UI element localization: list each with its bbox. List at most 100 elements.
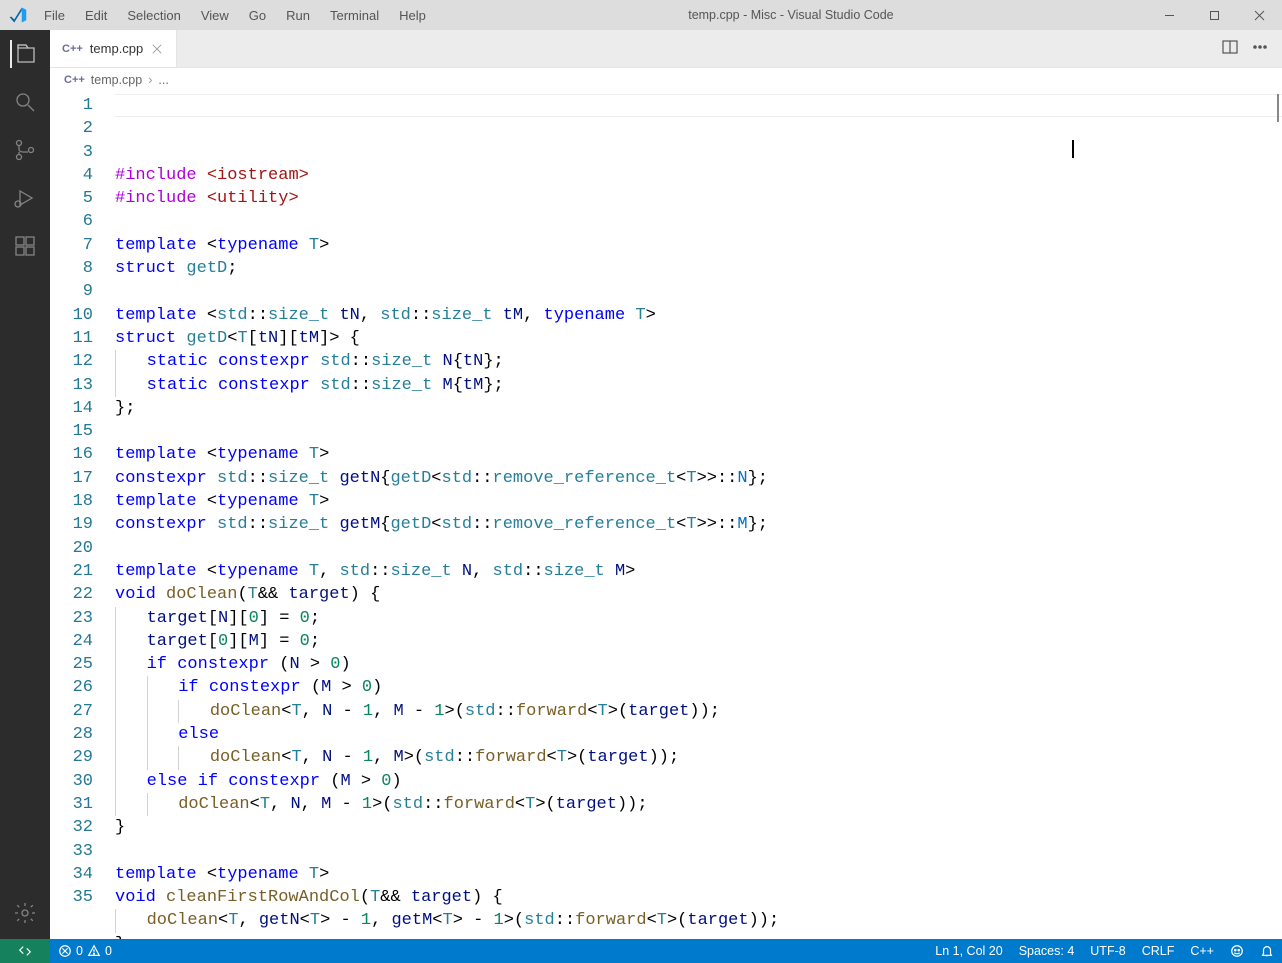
minimize-button[interactable] <box>1147 0 1192 30</box>
code-lines[interactable]: #include <iostream>#include <utility> tem… <box>115 92 1282 939</box>
line-number: 9 <box>50 280 93 303</box>
source-control-icon[interactable] <box>11 136 39 164</box>
vscode-logo-icon <box>0 6 35 24</box>
explorer-icon[interactable] <box>10 40 38 68</box>
code-line[interactable]: } <box>115 933 1282 939</box>
line-number: 13 <box>50 374 93 397</box>
line-number: 25 <box>50 653 93 676</box>
menu-edit[interactable]: Edit <box>76 4 116 27</box>
line-number: 16 <box>50 443 93 466</box>
menu-help[interactable]: Help <box>390 4 435 27</box>
code-line[interactable]: #include <utility> <box>115 187 1282 210</box>
code-line[interactable]: constexpr std::size_t getN{getD<std::rem… <box>115 467 1282 490</box>
line-number: 2 <box>50 117 93 140</box>
code-line[interactable]: constexpr std::size_t getM{getD<std::rem… <box>115 513 1282 536</box>
code-line[interactable]: static constexpr std::size_t N{tN}; <box>115 350 1282 373</box>
close-tab-icon[interactable] <box>150 42 164 56</box>
code-line[interactable]: if constexpr (M > 0) <box>115 676 1282 699</box>
cursor-position[interactable]: Ln 1, Col 20 <box>927 944 1010 958</box>
title-bar: FileEditSelectionViewGoRunTerminalHelp t… <box>0 0 1282 30</box>
breadcrumb-file: temp.cpp <box>91 73 142 87</box>
code-line[interactable]: template <typename T> <box>115 490 1282 513</box>
code-line[interactable]: doClean<T, N - 1, M>(std::forward<T>(tar… <box>115 746 1282 769</box>
code-line[interactable]: struct getD<T[tN][tM]> { <box>115 327 1282 350</box>
code-line[interactable]: struct getD; <box>115 257 1282 280</box>
line-number: 11 <box>50 327 93 350</box>
language-mode[interactable]: C++ <box>1182 944 1222 958</box>
indentation-status[interactable]: Spaces: 4 <box>1011 944 1083 958</box>
run-debug-icon[interactable] <box>11 184 39 212</box>
menu-go[interactable]: Go <box>240 4 275 27</box>
line-number: 35 <box>50 886 93 909</box>
problems-indicator[interactable]: 0 0 <box>50 939 120 963</box>
encoding-status[interactable]: UTF-8 <box>1082 944 1133 958</box>
code-line[interactable]: doClean<T, getN<T> - 1, getM<T> - 1>(std… <box>115 909 1282 932</box>
code-line[interactable]: template <typename T> <box>115 443 1282 466</box>
more-actions-icon[interactable] <box>1252 39 1268 58</box>
code-line[interactable]: doClean<T, N - 1, M - 1>(std::forward<T>… <box>115 700 1282 723</box>
code-line[interactable]: target[N][0] = 0; <box>115 607 1282 630</box>
code-line[interactable]: template <typename T> <box>115 863 1282 886</box>
line-number: 34 <box>50 863 93 886</box>
code-line[interactable] <box>115 537 1282 560</box>
code-line[interactable]: template <typename T, std::size_t N, std… <box>115 560 1282 583</box>
line-number: 27 <box>50 700 93 723</box>
code-line[interactable]: else <box>115 723 1282 746</box>
line-number: 31 <box>50 793 93 816</box>
code-editor[interactable]: 1234567891011121314151617181920212223242… <box>50 92 1282 939</box>
menu-selection[interactable]: Selection <box>118 4 189 27</box>
eol-status[interactable]: CRLF <box>1134 944 1183 958</box>
tab-bar: C++ temp.cpp <box>50 30 1282 68</box>
maximize-button[interactable] <box>1192 0 1237 30</box>
search-icon[interactable] <box>11 88 39 116</box>
menu-run[interactable]: Run <box>277 4 319 27</box>
breadcrumb[interactable]: C++ temp.cpp › ... <box>50 68 1282 92</box>
line-number: 1 <box>50 94 93 117</box>
tab-temp-cpp[interactable]: C++ temp.cpp <box>50 30 177 67</box>
split-editor-icon[interactable] <box>1222 39 1238 58</box>
menu-terminal[interactable]: Terminal <box>321 4 388 27</box>
menu-view[interactable]: View <box>192 4 238 27</box>
code-line[interactable]: target[0][M] = 0; <box>115 630 1282 653</box>
extensions-icon[interactable] <box>11 232 39 260</box>
code-line[interactable]: }; <box>115 397 1282 420</box>
code-line[interactable] <box>115 210 1282 233</box>
feedback-icon[interactable] <box>1222 944 1252 958</box>
current-line-highlight <box>115 94 1282 117</box>
line-number: 20 <box>50 537 93 560</box>
menu-file[interactable]: File <box>35 4 74 27</box>
notifications-icon[interactable] <box>1252 944 1282 958</box>
line-number: 4 <box>50 164 93 187</box>
line-number: 7 <box>50 234 93 257</box>
code-line[interactable]: void cleanFirstRowAndCol(T&& target) { <box>115 886 1282 909</box>
breadcrumb-more: ... <box>158 73 168 87</box>
line-number: 22 <box>50 583 93 606</box>
chevron-right-icon: › <box>148 73 152 87</box>
line-number: 5 <box>50 187 93 210</box>
code-line[interactable] <box>115 280 1282 303</box>
window-title: temp.cpp - Misc - Visual Studio Code <box>435 8 1147 22</box>
code-line[interactable] <box>115 840 1282 863</box>
code-line[interactable]: void doClean(T&& target) { <box>115 583 1282 606</box>
code-line[interactable]: static constexpr std::size_t M{tM}; <box>115 374 1282 397</box>
code-line[interactable]: if constexpr (N > 0) <box>115 653 1282 676</box>
line-number: 29 <box>50 746 93 769</box>
code-line[interactable]: template <std::size_t tN, std::size_t tM… <box>115 304 1282 327</box>
line-number: 14 <box>50 397 93 420</box>
line-number: 18 <box>50 490 93 513</box>
code-line[interactable]: doClean<T, N, M - 1>(std::forward<T>(tar… <box>115 793 1282 816</box>
code-line[interactable]: } <box>115 816 1282 839</box>
settings-gear-icon[interactable] <box>11 899 39 927</box>
close-window-button[interactable] <box>1237 0 1282 30</box>
editor-area: C++ temp.cpp C++ temp.cpp › ... 12345678… <box>50 30 1282 939</box>
line-number-gutter: 1234567891011121314151617181920212223242… <box>50 92 115 939</box>
remote-indicator[interactable] <box>0 939 50 963</box>
minimap-scroll-indicator <box>1277 94 1279 122</box>
code-line[interactable]: template <typename T> <box>115 234 1282 257</box>
code-line[interactable]: else if constexpr (M > 0) <box>115 770 1282 793</box>
line-number: 12 <box>50 350 93 373</box>
code-line[interactable] <box>115 420 1282 443</box>
line-number: 6 <box>50 210 93 233</box>
line-number: 21 <box>50 560 93 583</box>
code-line[interactable]: #include <iostream> <box>115 164 1282 187</box>
